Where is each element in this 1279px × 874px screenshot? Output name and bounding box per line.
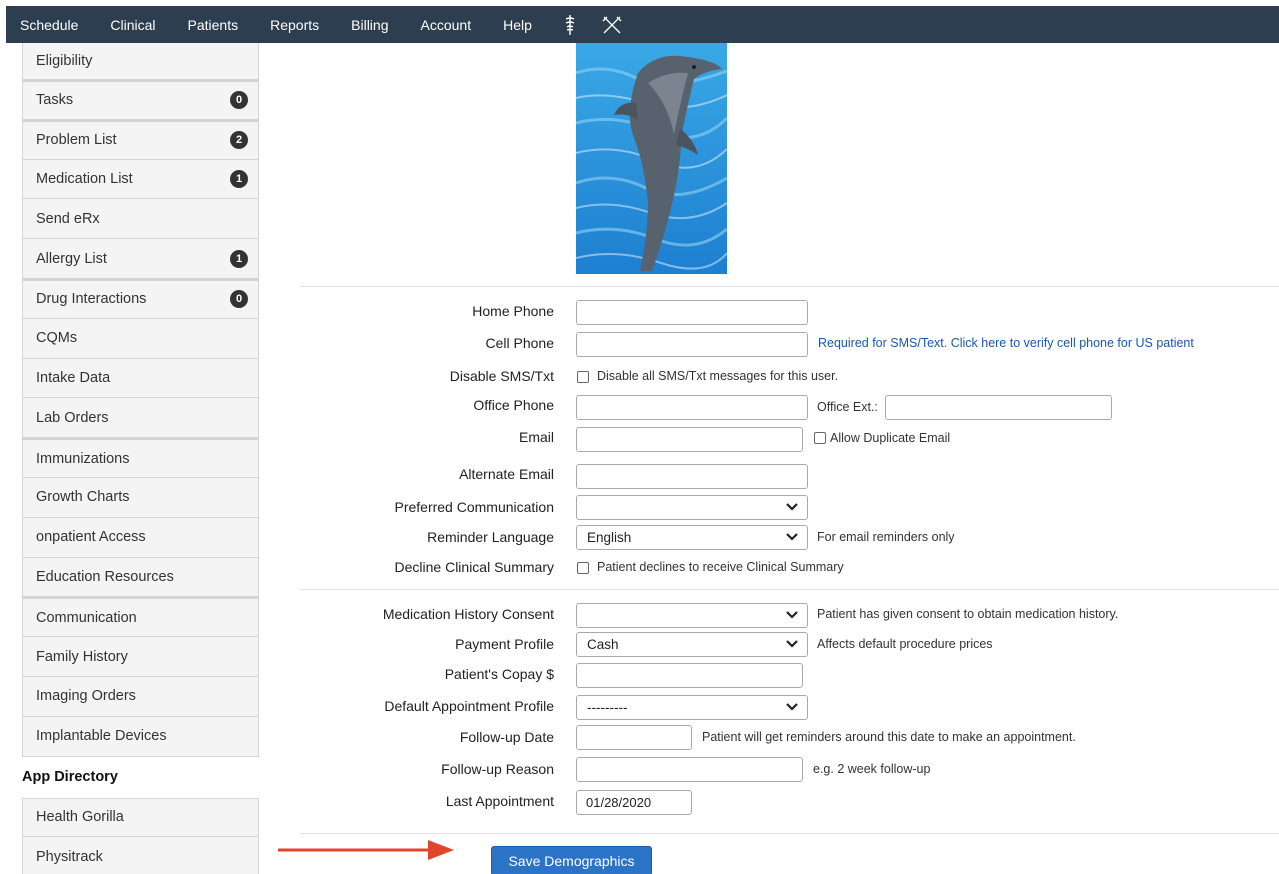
nav-schedule[interactable]: Schedule: [20, 17, 78, 33]
sidebar-item-lab-orders[interactable]: Lab Orders: [22, 398, 259, 439]
decline-summary-text: Patient declines to receive Clinical Sum…: [597, 560, 844, 574]
cell-phone-label: Cell Phone: [485, 335, 555, 351]
disable-sms-text: Disable all SMS/Txt messages for this us…: [597, 369, 839, 383]
sidebar-item-drug-interactions[interactable]: Drug Interactions 0: [22, 278, 259, 319]
sidebar-item-imaging-orders[interactable]: Imaging Orders: [22, 676, 259, 717]
count-badge: 1: [230, 169, 248, 188]
nav-patients[interactable]: Patients: [188, 17, 239, 33]
sidebar-item-immunizations[interactable]: Immunizations: [22, 438, 259, 478]
nav-billing[interactable]: Billing: [351, 17, 388, 33]
count-badge: 2: [230, 131, 248, 150]
save-demographics-button[interactable]: Save Demographics: [491, 846, 652, 874]
allow-duplicate-email-checkbox[interactable]: [814, 432, 826, 444]
decline-summary-label: Decline Clinical Summary: [394, 559, 555, 575]
office-ext-label: Office Ext.:: [817, 400, 878, 414]
red-arrow-annotation: [278, 840, 454, 860]
top-navigation: Schedule Clinical Patients Reports Billi…: [0, 0, 1279, 43]
top-nav-bar: Schedule Clinical Patients Reports Billi…: [6, 6, 1279, 43]
reminder-language-label: Reminder Language: [427, 529, 554, 545]
copay-label: Patient's Copay $: [444, 666, 554, 682]
cell-phone-input[interactable]: [576, 332, 808, 357]
decline-summary-checkbox[interactable]: [577, 562, 589, 574]
nav-account[interactable]: Account: [421, 17, 472, 33]
swords-icon[interactable]: [602, 15, 622, 35]
disable-sms-checkbox[interactable]: [577, 371, 589, 383]
nav-help[interactable]: Help: [503, 17, 532, 33]
section-divider: [300, 286, 1279, 287]
followup-reason-input[interactable]: [576, 757, 803, 782]
sidebar-item-family-history[interactable]: Family History: [22, 637, 259, 677]
last-appointment-label: Last Appointment: [445, 793, 554, 809]
preferred-communication-select[interactable]: [576, 495, 808, 520]
email-label: Email: [518, 429, 554, 445]
nav-reports[interactable]: Reports: [270, 17, 319, 33]
chevron-down-icon: [786, 533, 798, 541]
sidebar-item-tasks[interactable]: Tasks 0: [22, 80, 259, 120]
sidebar-item-onpatient-access[interactable]: onpatient Access: [22, 517, 259, 558]
patient-sidebar: Eligibility Tasks 0 Problem List 2 Medicat…: [22, 43, 259, 874]
email-input[interactable]: [576, 427, 803, 452]
chevron-down-icon: [786, 503, 798, 511]
verify-cell-phone-link[interactable]: Required for SMS/Text. Click here to ver…: [818, 336, 1194, 350]
last-appointment-input[interactable]: [576, 790, 692, 815]
followup-reason-label: Follow-up Reason: [441, 761, 554, 777]
medication-consent-hint: Patient has given consent to obtain medi…: [817, 607, 1119, 621]
sidebar-item-health-gorilla[interactable]: Health Gorilla: [22, 797, 259, 838]
chevron-down-icon: [786, 640, 798, 648]
chevron-down-icon: [786, 703, 798, 711]
home-phone-label: Home Phone: [472, 303, 554, 319]
reminder-language-select[interactable]: English: [576, 525, 808, 550]
medication-consent-label: Medication History Consent: [382, 606, 554, 622]
sidebar-item-cqms[interactable]: CQMs: [22, 318, 259, 359]
count-badge: 1: [230, 249, 248, 268]
sidebar-item-communication[interactable]: Communication: [22, 597, 259, 638]
app-directory-heading: App Directory: [22, 769, 118, 786]
followup-date-input[interactable]: [576, 725, 692, 750]
followup-date-label: Follow-up Date: [459, 729, 554, 745]
appointment-profile-select[interactable]: ---------: [576, 695, 808, 720]
office-phone-input[interactable]: [576, 395, 808, 420]
medication-consent-select[interactable]: [576, 603, 808, 628]
sidebar-item-physitrack[interactable]: Physitrack: [22, 837, 259, 874]
sidebar-item-allergy-list[interactable]: Allergy List 1: [22, 239, 259, 279]
payment-profile-label: Payment Profile: [455, 636, 554, 652]
count-badge: 0: [230, 290, 248, 309]
sidebar-item-education-resources[interactable]: Education Resources: [22, 557, 259, 598]
caduceus-icon[interactable]: [564, 14, 576, 36]
office-phone-label: Office Phone: [473, 397, 554, 413]
section-divider: [300, 833, 1279, 834]
disable-sms-label: Disable SMS/Txt: [449, 368, 554, 384]
followup-reason-hint: e.g. 2 week follow-up: [813, 762, 931, 776]
alternate-email-input[interactable]: [576, 464, 808, 489]
office-ext-input[interactable]: [885, 395, 1112, 420]
followup-date-hint: Patient will get reminders around this d…: [702, 730, 1076, 744]
copay-input[interactable]: [576, 663, 803, 688]
preferred-communication-label: Preferred Communication: [394, 499, 554, 515]
payment-profile-hint: Affects default procedure prices: [817, 637, 993, 651]
sidebar-item-implantable-devices[interactable]: Implantable Devices: [22, 716, 259, 757]
appointment-profile-label: Default Appointment Profile: [384, 698, 554, 714]
chevron-down-icon: [786, 611, 798, 619]
alternate-email-label: Alternate Email: [459, 466, 554, 482]
payment-profile-select[interactable]: Cash: [576, 632, 808, 657]
nav-clinical[interactable]: Clinical: [110, 17, 155, 33]
count-badge: 0: [230, 91, 248, 110]
allow-duplicate-email-text: Allow Duplicate Email: [830, 431, 951, 445]
home-phone-input[interactable]: [576, 300, 808, 325]
patient-photo[interactable]: [576, 43, 727, 274]
section-divider: [300, 589, 1279, 590]
reminder-language-hint: For email reminders only: [817, 530, 955, 544]
sidebar-item-growth-charts[interactable]: Growth Charts: [22, 477, 259, 518]
sidebar-item-problem-list[interactable]: Problem List 2: [22, 119, 259, 160]
sidebar-item-send-erx[interactable]: Send eRx: [22, 199, 259, 240]
sidebar-item-eligibility[interactable]: Eligibility: [22, 43, 259, 80]
sidebar-item-intake-data[interactable]: Intake Data: [22, 358, 259, 399]
sidebar-item-medication-list[interactable]: Medication List 1: [22, 159, 259, 200]
